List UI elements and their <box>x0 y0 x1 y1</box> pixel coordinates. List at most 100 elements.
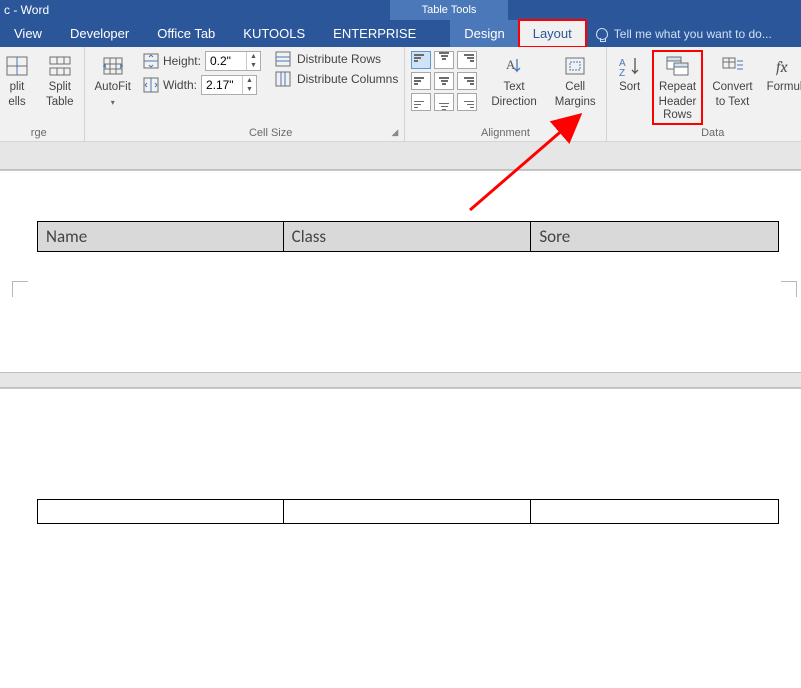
tell-me-search[interactable]: Tell me what you want to do... <box>586 20 772 47</box>
tab-developer[interactable]: Developer <box>56 20 143 47</box>
tab-enterprise[interactable]: ENTERPRISE <box>319 20 430 47</box>
table-row[interactable] <box>38 500 779 524</box>
distribute-cols-button[interactable]: Distribute Columns <box>275 71 398 87</box>
group-cell-size-label: Cell Size <box>249 127 292 139</box>
tab-office-tab[interactable]: Office Tab <box>143 20 229 47</box>
height-input[interactable] <box>206 52 246 70</box>
align-bl[interactable] <box>411 93 431 111</box>
document-table-continued[interactable] <box>37 499 779 524</box>
split-cells-label-1: plit <box>10 81 25 94</box>
width-up[interactable]: ▲ <box>243 76 256 85</box>
tab-kutools[interactable]: KUTOOLS <box>229 20 319 47</box>
height-down[interactable]: ▼ <box>247 61 260 70</box>
cell-margins-icon <box>562 53 588 79</box>
tell-me-placeholder: Tell me what you want to do... <box>614 27 772 41</box>
page-gap-top <box>0 142 801 170</box>
autofit-button[interactable]: AutoFit ▾ <box>91 51 135 111</box>
repeat-header-rows-button[interactable]: Repeat Header Rows <box>653 51 703 124</box>
col-width-icon <box>143 77 159 93</box>
document-table[interactable]: Name Class Sore <box>37 221 779 252</box>
height-up[interactable]: ▲ <box>247 52 260 61</box>
sort-icon: AZ <box>617 53 643 79</box>
cell-margins-label-2: Margins <box>555 96 596 109</box>
convert-to-text-button[interactable]: Convert to Text <box>708 51 756 111</box>
row-height-icon <box>143 53 159 69</box>
width-spinner[interactable]: ▲▼ <box>201 75 257 95</box>
alignment-grid <box>411 51 477 111</box>
group-autofit: AutoFit ▾ <box>85 47 137 141</box>
convert-label-1: Convert <box>712 81 752 94</box>
distribute-rows-label: Distribute Rows <box>297 52 381 66</box>
svg-text:fx: fx <box>776 58 789 76</box>
autofit-icon <box>100 53 126 79</box>
formula-button[interactable]: fx Formula <box>763 51 801 111</box>
height-label: Height: <box>163 54 201 68</box>
text-dir-label-2: Direction <box>491 96 536 109</box>
group-alignment: A Text Direction Cell Margins Alignment <box>405 47 606 141</box>
align-mr[interactable] <box>457 72 477 90</box>
page-1: Name Class Sore <box>0 170 801 400</box>
formula-icon: fx <box>775 53 801 79</box>
sort-button[interactable]: AZ Sort <box>613 51 647 111</box>
align-br[interactable] <box>457 93 477 111</box>
document-title: c - Word <box>0 3 49 17</box>
align-bc[interactable] <box>434 93 454 111</box>
svg-text:Z: Z <box>619 68 625 77</box>
align-mc[interactable] <box>434 72 454 90</box>
repeat-label-1: Repeat <box>659 81 696 94</box>
svg-text:A: A <box>506 57 516 72</box>
document-workspace[interactable]: Name Class Sore <box>0 142 801 542</box>
split-table-label-1: Split <box>49 81 71 94</box>
distribute-rows-button[interactable]: Distribute Rows <box>275 51 398 67</box>
split-cells-button[interactable]: plit ells <box>0 51 34 111</box>
autofit-label: AutoFit <box>95 81 131 94</box>
tab-design[interactable]: Design <box>450 20 518 47</box>
width-label: Width: <box>163 78 197 92</box>
cell-size-dialog-launcher[interactable]: ◢ <box>391 127 398 138</box>
align-tr[interactable] <box>457 51 477 69</box>
tab-view[interactable]: View <box>0 20 56 47</box>
text-direction-icon: A <box>501 53 527 79</box>
distribute-rows-icon <box>275 51 291 67</box>
group-data: AZ Sort Repeat Header Rows Convert to Te… <box>607 47 801 141</box>
group-cell-size: Height: ▲▼ Width: ▲▼ <box>137 47 405 141</box>
table-header-cell[interactable]: Name <box>38 222 284 252</box>
width-input[interactable] <box>202 76 242 94</box>
group-data-label: Data <box>613 126 801 139</box>
group-merge-label: rge <box>0 126 78 139</box>
align-tc[interactable] <box>434 51 454 69</box>
page-crop-mark <box>12 281 28 297</box>
lightbulb-icon <box>596 28 608 40</box>
repeat-label-2: Header Rows <box>659 96 697 122</box>
cell-margins-button[interactable]: Cell Margins <box>551 51 600 111</box>
row-height-control: Height: ▲▼ <box>143 51 261 71</box>
convert-to-text-icon <box>720 53 746 79</box>
page-2 <box>0 388 801 688</box>
tab-layout[interactable]: Layout <box>519 20 586 47</box>
split-table-button[interactable]: Split Table <box>42 51 78 111</box>
split-cells-label-2: ells <box>8 96 25 109</box>
contextual-tab-title: Table Tools <box>390 0 508 20</box>
distribute-cols-icon <box>275 71 291 87</box>
group-alignment-label: Alignment <box>411 126 599 139</box>
cell-margins-label-1: Cell <box>565 81 585 94</box>
table-header-cell[interactable]: Sore <box>531 222 779 252</box>
distribute-cols-label: Distribute Columns <box>297 72 398 86</box>
table-header-row[interactable]: Name Class Sore <box>38 222 779 252</box>
ribbon: plit ells Split Table rge AutoFit ▾ <box>0 47 801 142</box>
sort-label: Sort <box>619 81 640 94</box>
split-table-label-2: Table <box>46 96 74 109</box>
repeat-header-rows-icon <box>665 53 691 79</box>
col-width-control: Width: ▲▼ <box>143 75 261 95</box>
text-direction-button[interactable]: A Text Direction <box>487 51 540 111</box>
align-ml[interactable] <box>411 72 431 90</box>
ribbon-tabs: View Developer Office Tab KUTOOLS ENTERP… <box>0 20 801 47</box>
align-tl[interactable] <box>411 51 431 69</box>
width-down[interactable]: ▼ <box>243 85 256 94</box>
group-merge: plit ells Split Table rge <box>0 47 85 141</box>
height-spinner[interactable]: ▲▼ <box>205 51 261 71</box>
titlebar: c - Word Table Tools <box>0 0 801 20</box>
table-header-cell[interactable]: Class <box>283 222 531 252</box>
formula-label: Formula <box>767 81 801 94</box>
text-dir-label-1: Text <box>503 81 524 94</box>
